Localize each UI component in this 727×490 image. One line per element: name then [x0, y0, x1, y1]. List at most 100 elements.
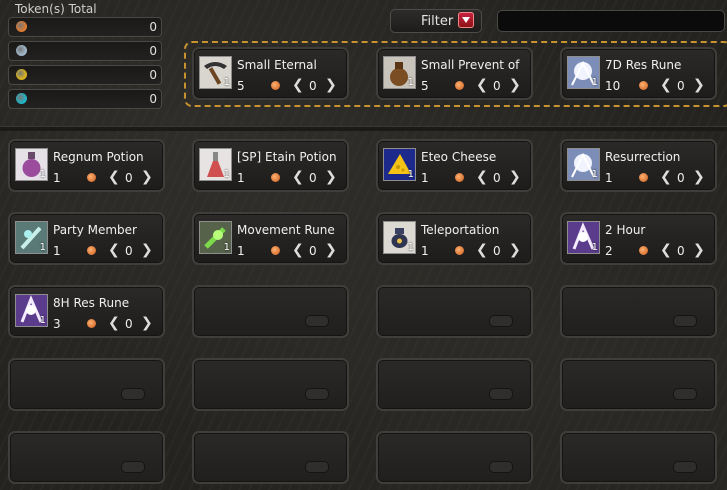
- quantity-value[interactable]: 0: [493, 244, 501, 258]
- res-rune-icon[interactable]: 1: [567, 56, 600, 89]
- item-card[interactable]: 1 Small Prevent of 5 ❮ 0 ❯: [376, 47, 533, 100]
- item-cost: 1: [237, 244, 245, 258]
- decrease-arrow-icon[interactable]: ❮: [292, 77, 304, 93]
- empty-item-slot: [192, 285, 349, 338]
- orange-token-icon: [455, 246, 464, 255]
- empty-item-slot: [8, 431, 165, 484]
- item-card[interactable]: 1 2 Hour 2 ❮ 0 ❯: [560, 212, 717, 265]
- item-cost: 10: [605, 79, 621, 93]
- decrease-arrow-icon[interactable]: ❮: [476, 77, 488, 93]
- teleport-urn-icon[interactable]: 1: [383, 221, 416, 254]
- item-card[interactable]: 1 Small Eternal 5 ❮ 0 ❯: [192, 47, 349, 100]
- empty-slot-knob: [489, 461, 513, 473]
- empty-item-slot: [560, 431, 717, 484]
- orange-token-icon: [271, 246, 280, 255]
- quantity-value[interactable]: 0: [309, 79, 317, 93]
- orange-token-icon: [455, 81, 464, 90]
- item-card[interactable]: 1 7D Res Rune 10 ❮ 0 ❯: [560, 47, 717, 100]
- decrease-arrow-icon[interactable]: ❮: [660, 242, 672, 258]
- movement-rune-icon[interactable]: 1: [199, 221, 232, 254]
- section-divider: [0, 126, 727, 131]
- item-name: Party Member: [53, 223, 137, 237]
- pouch-icon[interactable]: 1: [383, 56, 416, 89]
- orange-token-icon: [639, 246, 648, 255]
- token-value: 0: [149, 68, 157, 82]
- decrease-arrow-icon[interactable]: ❮: [108, 315, 120, 331]
- quantity-value[interactable]: 0: [493, 171, 501, 185]
- quantity-value[interactable]: 0: [677, 79, 685, 93]
- decrease-arrow-icon[interactable]: ❮: [108, 169, 120, 185]
- item-card[interactable]: 1 8H Res Rune 3 ❮ 0 ❯: [8, 285, 165, 338]
- item-card[interactable]: 1 Teleportation 1 ❮ 0 ❯: [376, 212, 533, 265]
- empty-item-slot: [560, 358, 717, 411]
- decrease-arrow-icon[interactable]: ❮: [476, 242, 488, 258]
- quantity-value[interactable]: 0: [677, 244, 685, 258]
- stack-count: 1: [591, 169, 598, 180]
- purple-rune-icon[interactable]: 1: [567, 221, 600, 254]
- stack-count: 1: [39, 315, 46, 326]
- red-potion-icon[interactable]: 1: [199, 148, 232, 181]
- item-card[interactable]: 1 Movement Rune 1 ❮ 0 ❯: [192, 212, 349, 265]
- increase-arrow-icon[interactable]: ❯: [141, 315, 153, 331]
- quantity-value[interactable]: 0: [309, 171, 317, 185]
- quantity-value[interactable]: 0: [309, 244, 317, 258]
- increase-arrow-icon[interactable]: ❯: [325, 77, 337, 93]
- search-input[interactable]: [497, 10, 725, 32]
- decrease-arrow-icon[interactable]: ❮: [660, 77, 672, 93]
- decrease-arrow-icon[interactable]: ❮: [108, 242, 120, 258]
- item-cost: 1: [605, 171, 613, 185]
- quantity-value[interactable]: 0: [677, 171, 685, 185]
- item-card[interactable]: 1 Resurrection 1 ❮ 0 ❯: [560, 139, 717, 192]
- purple-potion-icon[interactable]: 1: [15, 148, 48, 181]
- quantity-value[interactable]: 0: [125, 244, 133, 258]
- purple-rune-icon[interactable]: 1: [15, 294, 48, 327]
- item-card[interactable]: 1 Eteo Cheese 1 ❮ 0 ❯: [376, 139, 533, 192]
- orange-token-icon: [16, 21, 27, 32]
- item-card[interactable]: 1 Regnum Potion 1 ❮ 0 ❯: [8, 139, 165, 192]
- item-cost: 1: [53, 244, 61, 258]
- increase-arrow-icon[interactable]: ❯: [509, 77, 521, 93]
- empty-slot-knob: [673, 315, 697, 327]
- decrease-arrow-icon[interactable]: ❮: [292, 242, 304, 258]
- empty-slot-knob: [305, 461, 329, 473]
- cheese-icon[interactable]: 1: [383, 148, 416, 181]
- orange-token-icon: [271, 173, 280, 182]
- quantity-value[interactable]: 0: [125, 317, 133, 331]
- empty-slot-knob: [305, 315, 329, 327]
- stack-count: 1: [407, 77, 414, 88]
- empty-slot-knob: [489, 388, 513, 400]
- increase-arrow-icon[interactable]: ❯: [693, 242, 705, 258]
- party-member-icon[interactable]: 1: [15, 221, 48, 254]
- empty-item-slot: [192, 431, 349, 484]
- empty-item-slot: [376, 431, 533, 484]
- decrease-arrow-icon[interactable]: ❮: [660, 169, 672, 185]
- item-name: Regnum Potion: [53, 150, 144, 164]
- empty-slot-knob: [673, 388, 697, 400]
- increase-arrow-icon[interactable]: ❯: [325, 169, 337, 185]
- increase-arrow-icon[interactable]: ❯: [141, 169, 153, 185]
- increase-arrow-icon[interactable]: ❯: [693, 77, 705, 93]
- item-card[interactable]: 1 Party Member 1 ❮ 0 ❯: [8, 212, 165, 265]
- decrease-arrow-icon[interactable]: ❮: [292, 169, 304, 185]
- token-row: 0: [8, 41, 162, 61]
- filter-button[interactable]: Filter: [390, 9, 482, 33]
- quantity-value[interactable]: 0: [493, 79, 501, 93]
- res-rune-icon[interactable]: 1: [567, 148, 600, 181]
- empty-item-slot: [8, 358, 165, 411]
- increase-arrow-icon[interactable]: ❯: [141, 242, 153, 258]
- pickaxe-icon[interactable]: 1: [199, 56, 232, 89]
- increase-arrow-icon[interactable]: ❯: [325, 242, 337, 258]
- quantity-value[interactable]: 0: [125, 171, 133, 185]
- silver-token-icon: [16, 45, 27, 56]
- decrease-arrow-icon[interactable]: ❮: [476, 169, 488, 185]
- orange-token-icon: [271, 81, 280, 90]
- empty-slot-knob: [305, 388, 329, 400]
- increase-arrow-icon[interactable]: ❯: [509, 169, 521, 185]
- item-name: Small Eternal: [237, 58, 317, 72]
- dropdown-arrow-icon[interactable]: [458, 12, 474, 28]
- item-cost: 1: [421, 171, 429, 185]
- increase-arrow-icon[interactable]: ❯: [509, 242, 521, 258]
- increase-arrow-icon[interactable]: ❯: [693, 169, 705, 185]
- orange-token-icon: [455, 173, 464, 182]
- item-card[interactable]: 1 [SP] Etain Potion 1 ❮ 0 ❯: [192, 139, 349, 192]
